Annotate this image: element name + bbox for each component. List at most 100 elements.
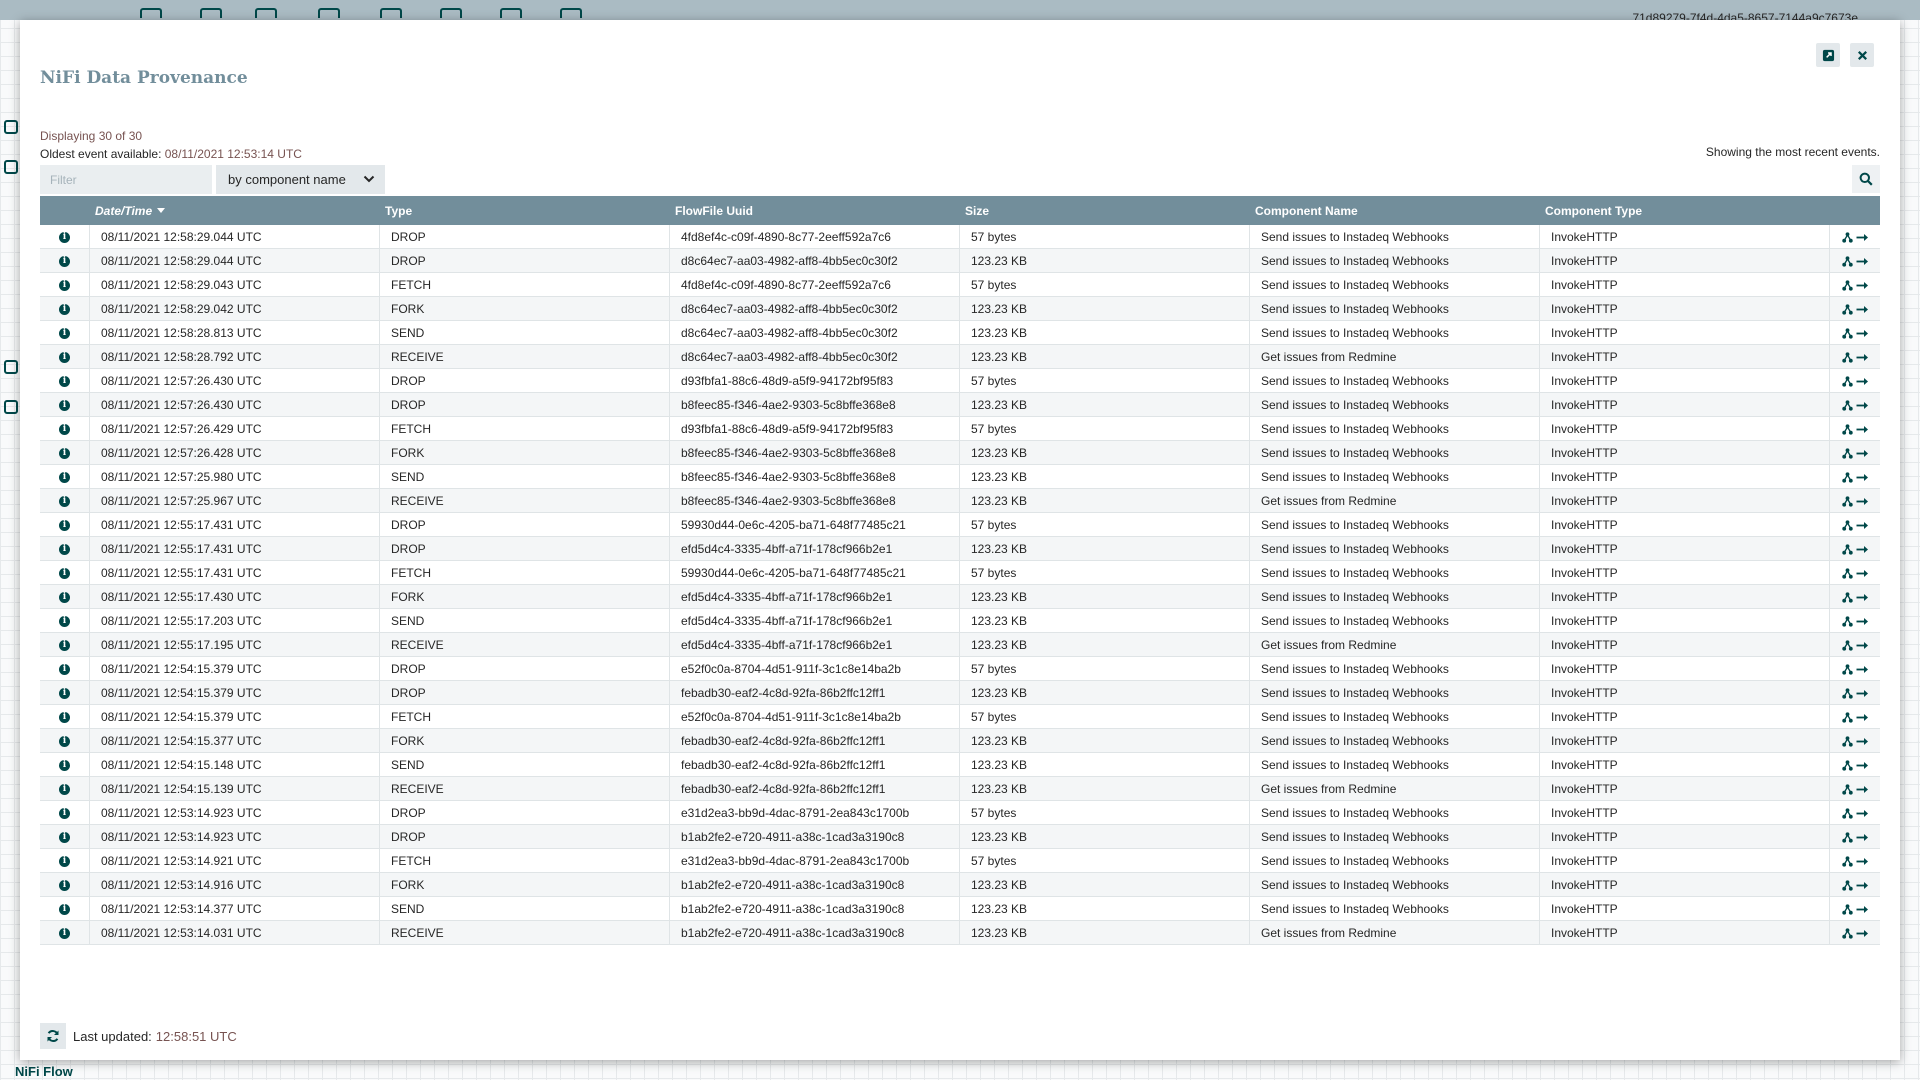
info-icon[interactable]: i: [59, 735, 70, 747]
lineage-icon[interactable]: [1841, 831, 1853, 843]
info-icon[interactable]: i: [59, 399, 70, 411]
table-row[interactable]: i 08/11/2021 12:57:26.430 UTC DROP d93fbfa1…: [40, 369, 1880, 393]
table-row[interactable]: i 08/11/2021 12:58:29.044 UTC DROP d8c64ec7…: [40, 249, 1880, 273]
close-button[interactable]: [1850, 43, 1874, 67]
filter-type-select[interactable]: by component name: [216, 165, 385, 194]
refresh-button[interactable]: [40, 1023, 66, 1049]
breadcrumb[interactable]: NiFi Flow: [15, 1064, 73, 1079]
go-to-arrow-icon[interactable]: [1856, 521, 1869, 530]
info-icon[interactable]: i: [59, 783, 70, 795]
lineage-icon[interactable]: [1841, 495, 1853, 507]
table-row[interactable]: i 08/11/2021 12:58:28.792 UTC RECEIVE d8c64…: [40, 345, 1880, 369]
go-to-arrow-icon[interactable]: [1856, 761, 1869, 770]
go-to-arrow-icon[interactable]: [1856, 617, 1869, 626]
label-tool-icon[interactable]: [560, 8, 582, 18]
go-to-arrow-icon[interactable]: [1856, 353, 1869, 362]
lineage-icon[interactable]: [1841, 447, 1853, 459]
template-tool-icon[interactable]: [500, 8, 522, 18]
table-row[interactable]: i 08/11/2021 12:57:26.428 UTC FORK b8feec85…: [40, 441, 1880, 465]
info-icon[interactable]: i: [59, 879, 70, 891]
lineage-icon[interactable]: [1841, 279, 1853, 291]
info-icon[interactable]: i: [59, 615, 70, 627]
lineage-icon[interactable]: [1841, 327, 1853, 339]
info-icon[interactable]: i: [59, 543, 70, 555]
info-icon[interactable]: i: [59, 711, 70, 723]
info-icon[interactable]: i: [59, 903, 70, 915]
info-icon[interactable]: i: [59, 639, 70, 651]
table-row[interactable]: i 08/11/2021 12:53:14.923 UTC DROP b1ab2fe2…: [40, 825, 1880, 849]
table-row[interactable]: i 08/11/2021 12:54:15.377 UTC FORK febadb30…: [40, 729, 1880, 753]
operate-icon[interactable]: [4, 160, 18, 174]
navigate-icon[interactable]: [4, 120, 18, 134]
header-type[interactable]: Type: [380, 196, 670, 225]
go-to-arrow-icon[interactable]: [1856, 689, 1869, 698]
go-to-arrow-icon[interactable]: [1856, 473, 1869, 482]
go-to-arrow-icon[interactable]: [1856, 833, 1869, 842]
table-row[interactable]: i 08/11/2021 12:53:14.921 UTC FETCH e31d2ea…: [40, 849, 1880, 873]
info-icon[interactable]: i: [59, 255, 70, 267]
table-row[interactable]: i 08/11/2021 12:55:17.430 UTC FORK efd5d4c4…: [40, 585, 1880, 609]
go-to-arrow-icon[interactable]: [1856, 905, 1869, 914]
go-to-arrow-icon[interactable]: [1856, 929, 1869, 938]
lineage-icon[interactable]: [1841, 399, 1853, 411]
table-row[interactable]: i 08/11/2021 12:58:29.044 UTC DROP 4fd8ef4c…: [40, 225, 1880, 249]
lineage-icon[interactable]: [1841, 375, 1853, 387]
header-flowfile-uuid[interactable]: FlowFile Uuid: [670, 196, 960, 225]
go-to-arrow-icon[interactable]: [1856, 641, 1869, 650]
go-to-arrow-icon[interactable]: [1856, 665, 1869, 674]
expand-button[interactable]: [1816, 43, 1840, 67]
lineage-icon[interactable]: [1841, 687, 1853, 699]
lineage-icon[interactable]: [1841, 471, 1853, 483]
table-row[interactable]: i 08/11/2021 12:57:25.980 UTC SEND b8feec85…: [40, 465, 1880, 489]
table-row[interactable]: i 08/11/2021 12:55:17.195 UTC RECEIVE efd5d…: [40, 633, 1880, 657]
info-icon[interactable]: i: [59, 447, 70, 459]
go-to-arrow-icon[interactable]: [1856, 545, 1869, 554]
header-size[interactable]: Size: [960, 196, 1250, 225]
info-icon[interactable]: i: [59, 759, 70, 771]
process-group-tool-icon[interactable]: [318, 8, 340, 18]
go-to-arrow-icon[interactable]: [1856, 329, 1869, 338]
table-row[interactable]: i 08/11/2021 12:53:14.031 UTC RECEIVE b1ab2…: [40, 921, 1880, 945]
go-to-arrow-icon[interactable]: [1856, 257, 1869, 266]
lineage-icon[interactable]: [1841, 927, 1853, 939]
header-datetime[interactable]: Date/Time: [90, 196, 380, 225]
info-icon[interactable]: i: [59, 351, 70, 363]
table-row[interactable]: i 08/11/2021 12:53:14.916 UTC FORK b1ab2fe2…: [40, 873, 1880, 897]
info-icon[interactable]: i: [59, 327, 70, 339]
lineage-icon[interactable]: [1841, 879, 1853, 891]
go-to-arrow-icon[interactable]: [1856, 377, 1869, 386]
go-to-arrow-icon[interactable]: [1856, 497, 1869, 506]
table-row[interactable]: i 08/11/2021 12:57:26.430 UTC DROP b8feec85…: [40, 393, 1880, 417]
lineage-icon[interactable]: [1841, 591, 1853, 603]
go-to-arrow-icon[interactable]: [1856, 593, 1869, 602]
table-row[interactable]: i 08/11/2021 12:54:15.379 UTC DROP febadb30…: [40, 681, 1880, 705]
lineage-icon[interactable]: [1841, 855, 1853, 867]
lineage-icon[interactable]: [1841, 735, 1853, 747]
lineage-icon[interactable]: [1841, 231, 1853, 243]
table-row[interactable]: i 08/11/2021 12:53:14.923 UTC DROP e31d2ea3…: [40, 801, 1880, 825]
info-icon[interactable]: i: [59, 831, 70, 843]
table-row[interactable]: i 08/11/2021 12:57:26.429 UTC FETCH d93fbfa…: [40, 417, 1880, 441]
table-row[interactable]: i 08/11/2021 12:54:15.379 UTC DROP e52f0c0a…: [40, 657, 1880, 681]
lineage-icon[interactable]: [1841, 903, 1853, 915]
go-to-arrow-icon[interactable]: [1856, 425, 1869, 434]
table-row[interactable]: i 08/11/2021 12:54:15.139 UTC RECEIVE febad…: [40, 777, 1880, 801]
info-icon[interactable]: i: [59, 231, 70, 243]
table-row[interactable]: i 08/11/2021 12:58:28.813 UTC SEND d8c64ec7…: [40, 321, 1880, 345]
go-to-arrow-icon[interactable]: [1856, 305, 1869, 314]
lineage-icon[interactable]: [1841, 759, 1853, 771]
go-to-arrow-icon[interactable]: [1856, 881, 1869, 890]
table-row[interactable]: i 08/11/2021 12:58:29.042 UTC FORK d8c64ec7…: [40, 297, 1880, 321]
processor-tool-icon[interactable]: [140, 8, 162, 18]
info-icon[interactable]: i: [59, 591, 70, 603]
go-to-arrow-icon[interactable]: [1856, 401, 1869, 410]
header-component-type[interactable]: Component Type: [1540, 196, 1830, 225]
info-icon[interactable]: i: [59, 663, 70, 675]
table-row[interactable]: i 08/11/2021 12:58:29.043 UTC FETCH 4fd8ef4…: [40, 273, 1880, 297]
table-row[interactable]: i 08/11/2021 12:53:14.377 UTC SEND b1ab2fe2…: [40, 897, 1880, 921]
table-row[interactable]: i 08/11/2021 12:55:17.431 UTC DROP 59930d44…: [40, 513, 1880, 537]
go-to-arrow-icon[interactable]: [1856, 809, 1869, 818]
info-icon[interactable]: i: [59, 495, 70, 507]
lineage-icon[interactable]: [1841, 639, 1853, 651]
go-to-arrow-icon[interactable]: [1856, 449, 1869, 458]
